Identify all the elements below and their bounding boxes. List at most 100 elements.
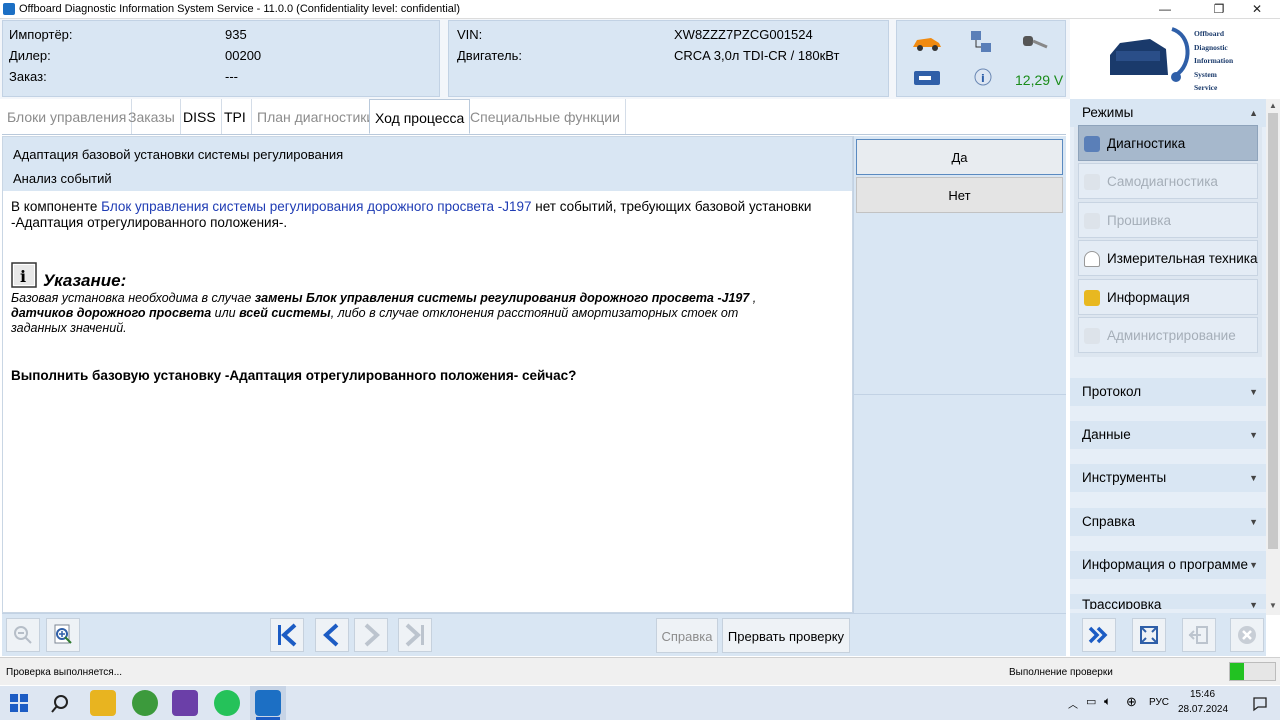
save-app-icon[interactable] xyxy=(172,690,198,716)
note-text: Базовая установка необходима в случае за… xyxy=(11,291,841,336)
usb-icon xyxy=(914,71,940,85)
notification-icon[interactable] xyxy=(1252,696,1268,712)
globe-icon[interactable]: ⊕ xyxy=(1126,694,1137,710)
close-button[interactable]: ✕ xyxy=(1234,0,1280,19)
tab-control-units[interactable]: Блоки управления xyxy=(2,99,133,134)
help-button[interactable]: Справка xyxy=(656,618,718,653)
note-text-1: Базовая установка необходима в случае xyxy=(11,291,255,305)
first-step-button[interactable] xyxy=(270,618,304,652)
procedure-subtitle: Анализ событий xyxy=(13,171,112,186)
next-step-button[interactable] xyxy=(354,618,388,652)
logo-car-icon xyxy=(1110,27,1190,82)
section-label: Данные xyxy=(1082,427,1131,442)
vehicle-info-panel: VIN: XW8ZZZ7PZCG001524 Двигатель: CRCA 3… xyxy=(448,20,889,97)
stethoscope-icon xyxy=(1084,136,1100,152)
odis-logo: Offboard Diagnostic Information System S… xyxy=(1070,19,1280,99)
sidebar-toolbar xyxy=(1070,613,1266,656)
status-left-text: Проверка выполняется... xyxy=(6,667,123,678)
message-text-3: -Адаптация отрегулированного положения-. xyxy=(11,215,288,230)
whatsapp-icon[interactable] xyxy=(214,690,240,716)
first-step-icon xyxy=(278,623,297,647)
progress-fill xyxy=(1230,663,1244,680)
note-text-3: или xyxy=(211,306,240,320)
sidebar-item-diagnostics[interactable]: Диагностика xyxy=(1078,125,1258,161)
note-text-4: , либо в случае отклонения расстояний ам… xyxy=(330,306,739,320)
sidebar-item-measurement[interactable]: Измерительная техника xyxy=(1078,240,1258,276)
tab-special-functions[interactable]: Специальные функции xyxy=(465,99,626,134)
odis-taskbar-icon xyxy=(255,690,281,716)
header: Импортёр: 935 Дилер: 00200 Заказ: --- VI… xyxy=(0,19,1280,99)
dealer-value: 00200 xyxy=(225,48,262,63)
scroll-thumb[interactable] xyxy=(1268,113,1278,549)
sidebar-section-help[interactable]: Справка ▼ xyxy=(1070,508,1266,536)
tab-orders[interactable]: Заказы xyxy=(123,99,181,134)
search-icon[interactable] xyxy=(50,694,70,714)
vin-label: VIN: xyxy=(457,27,483,42)
zoom-out-button[interactable] xyxy=(6,618,40,652)
engine-value: CRCA 3,0л TDI-CR / 180кВт xyxy=(674,48,840,63)
next-step-icon xyxy=(364,623,380,647)
sidebar-section-about[interactable]: Информация о программе ▼ xyxy=(1070,551,1266,579)
sidebar-item-information[interactable]: Информация xyxy=(1078,279,1258,315)
sidebar-section-data[interactable]: Данные ▼ xyxy=(1070,421,1266,449)
forward-button[interactable] xyxy=(1082,618,1116,652)
abort-test-button[interactable]: Прервать проверку xyxy=(722,618,850,653)
file-explorer-icon[interactable] xyxy=(90,690,116,716)
fit-screen-button[interactable] xyxy=(1132,618,1166,652)
sidebar-item-flashing[interactable]: Прошивка xyxy=(1078,202,1258,238)
cancel-icon xyxy=(1238,626,1256,644)
chrome-icon[interactable] xyxy=(132,690,158,716)
tab-diagnostic-plan[interactable]: План диагностики xyxy=(252,99,381,134)
odis-taskbar-button[interactable] xyxy=(250,686,286,720)
sidebar-item-administration[interactable]: Администрирование xyxy=(1078,317,1258,353)
order-value: --- xyxy=(225,69,238,84)
clock-date[interactable]: 28.07.2024 xyxy=(1178,704,1228,715)
last-step-icon xyxy=(405,623,424,647)
flashing-icon xyxy=(1084,213,1100,229)
last-step-button[interactable] xyxy=(398,618,432,652)
dealer-label: Дилер: xyxy=(9,48,51,63)
chevron-down-icon: ▼ xyxy=(1249,560,1258,570)
exit-button[interactable] xyxy=(1182,618,1216,652)
previous-step-icon xyxy=(323,623,339,647)
zoom-in-button[interactable] xyxy=(46,618,80,652)
minimize-button[interactable]: — xyxy=(1142,0,1188,19)
component-link[interactable]: Блок управления системы регулирования до… xyxy=(101,199,531,214)
language-indicator[interactable]: РУС xyxy=(1149,697,1169,708)
procedure-title: Адаптация базовой установки системы регу… xyxy=(13,147,344,162)
sidebar-item-label: Измерительная техника xyxy=(1107,251,1258,266)
cancel-button[interactable] xyxy=(1230,618,1264,652)
sidebar-section-trace[interactable]: Трассировка ▼ xyxy=(1070,594,1266,609)
windows-start-icon[interactable] xyxy=(10,694,28,712)
no-button[interactable]: Нет xyxy=(856,177,1063,213)
order-label: Заказ: xyxy=(9,69,47,84)
section-label: Инструменты xyxy=(1082,470,1167,485)
answer-divider xyxy=(854,394,1066,395)
message-text-2: нет событий, требующих базовой установки xyxy=(531,199,812,214)
previous-step-button[interactable] xyxy=(315,618,349,652)
message-text-1: В компоненте xyxy=(11,199,102,214)
content-area: Адаптация базовой установки системы регу… xyxy=(2,136,853,613)
svg-text:i: i xyxy=(20,267,26,286)
self-diagnosis-icon xyxy=(1084,174,1100,190)
network-tray-icon[interactable]: ▭ xyxy=(1086,695,1096,708)
yes-button[interactable]: Да xyxy=(856,139,1063,175)
sidebar-modes-header[interactable]: Режимы ▲ xyxy=(1070,99,1266,127)
scroll-up-icon[interactable]: ▲ xyxy=(1269,101,1277,110)
fit-screen-icon xyxy=(1140,626,1158,644)
logo-line-2: Diagnostic xyxy=(1194,42,1228,52)
tab-process[interactable]: Ход процесса xyxy=(369,99,471,134)
sidebar-section-tools[interactable]: Инструменты ▼ xyxy=(1070,464,1266,492)
exit-icon xyxy=(1188,626,1208,644)
confirmation-question: Выполнить базовую установку -Адаптация о… xyxy=(11,368,577,383)
tab-tpi[interactable]: TPI xyxy=(219,99,252,134)
clock-time[interactable]: 15:46 xyxy=(1190,689,1215,700)
tab-diss[interactable]: DISS xyxy=(178,99,222,134)
sidebar-section-protocol[interactable]: Протокол ▼ xyxy=(1070,378,1266,406)
sidebar-scrollbar[interactable]: ▲ ▼ xyxy=(1266,99,1280,615)
tray-chevron-icon[interactable]: ︿ xyxy=(1068,696,1078,711)
books-icon xyxy=(1084,290,1100,306)
volume-icon[interactable]: 🔈︎ xyxy=(1104,694,1111,709)
sidebar-item-self-diagnosis[interactable]: Самодиагностика xyxy=(1078,163,1258,199)
scroll-down-icon[interactable]: ▼ xyxy=(1269,601,1277,610)
